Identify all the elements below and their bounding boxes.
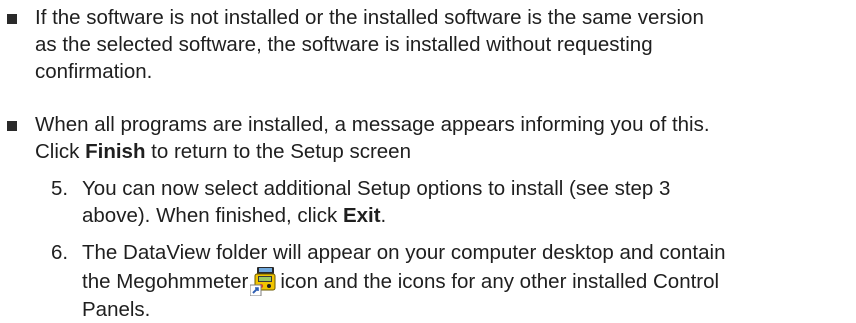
- square-bullet-icon: [7, 14, 17, 24]
- step-text: The DataView folder will appear on your …: [82, 239, 842, 323]
- text-line: You can now select additional Setup opti…: [82, 177, 671, 200]
- text-fragment: to return to the Setup screen: [145, 140, 411, 163]
- text-fragment: icon and the icons for any other install…: [280, 270, 720, 293]
- text-line: Click Finish to return to the Setup scre…: [35, 138, 835, 165]
- finish-keyword: Finish: [85, 140, 146, 163]
- step-text: You can now select additional Setup opti…: [82, 175, 842, 229]
- text-line: When all programs are installed, a messa…: [35, 113, 710, 136]
- text-fragment: Click: [35, 140, 86, 163]
- text-line: If the software is not installed or the …: [35, 6, 704, 29]
- text-line: as the selected software, the software i…: [35, 33, 653, 56]
- step-number: 6.: [51, 241, 69, 264]
- text-fragment: .: [380, 204, 387, 227]
- exit-keyword: Exit: [342, 204, 381, 227]
- text-line: the Megohmmeter icon and the icons for a…: [82, 266, 842, 296]
- bullet-text: When all programs are installed, a messa…: [35, 111, 835, 165]
- bullet-text: If the software is not installed or the …: [35, 4, 835, 85]
- square-bullet-icon: [7, 121, 17, 131]
- megohmmeter-icon: [250, 266, 276, 296]
- text-line: confirmation.: [35, 60, 153, 83]
- text-line: The DataView folder will appear on your …: [82, 241, 726, 264]
- text-fragment: above). When finished, click: [82, 204, 343, 227]
- step-number: 5.: [51, 177, 69, 200]
- document-page: If the software is not installed or the …: [0, 0, 856, 323]
- text-line: above). When finished, click Exit.: [82, 202, 842, 229]
- text-line: Panels.: [82, 298, 151, 321]
- text-fragment: the Megohmmeter: [82, 270, 249, 293]
